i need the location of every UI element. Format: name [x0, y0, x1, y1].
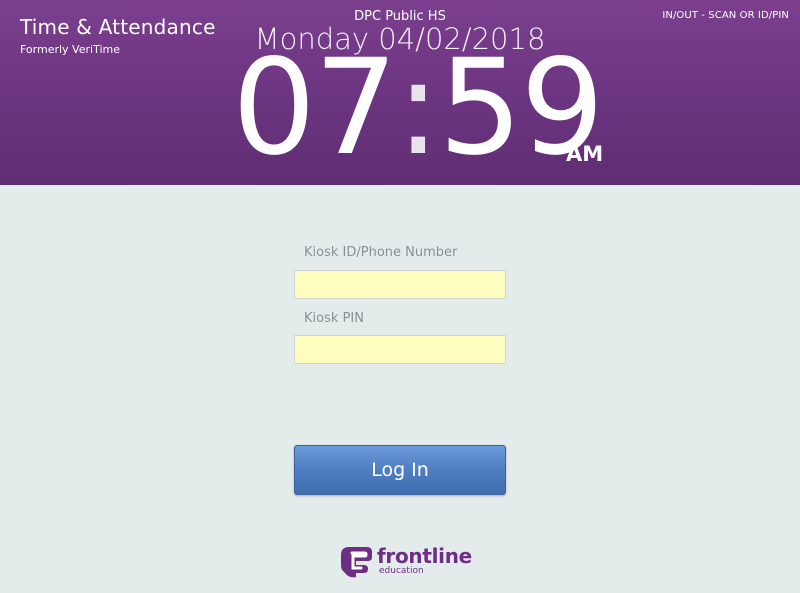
logo-wordmark: frontline	[377, 544, 472, 568]
kiosk-id-label: Kiosk ID/Phone Number	[304, 245, 458, 260]
kiosk-id-input[interactable]	[294, 270, 506, 299]
clock-display: 07:59	[232, 38, 604, 178]
ampm-indicator: AM	[566, 142, 604, 166]
clock-hours: 07	[232, 31, 398, 185]
frontline-logo-icon	[341, 547, 372, 578]
clock-separator: :	[395, 31, 441, 185]
kiosk-pin-input[interactable]	[294, 335, 506, 364]
header-banner: Time & Attendance Formerly VeriTime IN/O…	[0, 0, 800, 185]
log-in-button[interactable]: Log In	[294, 445, 506, 495]
logo-subtext: education	[379, 566, 424, 576]
frontline-logo: frontline education	[339, 544, 472, 580]
kiosk-pin-label: Kiosk PIN	[304, 311, 364, 326]
